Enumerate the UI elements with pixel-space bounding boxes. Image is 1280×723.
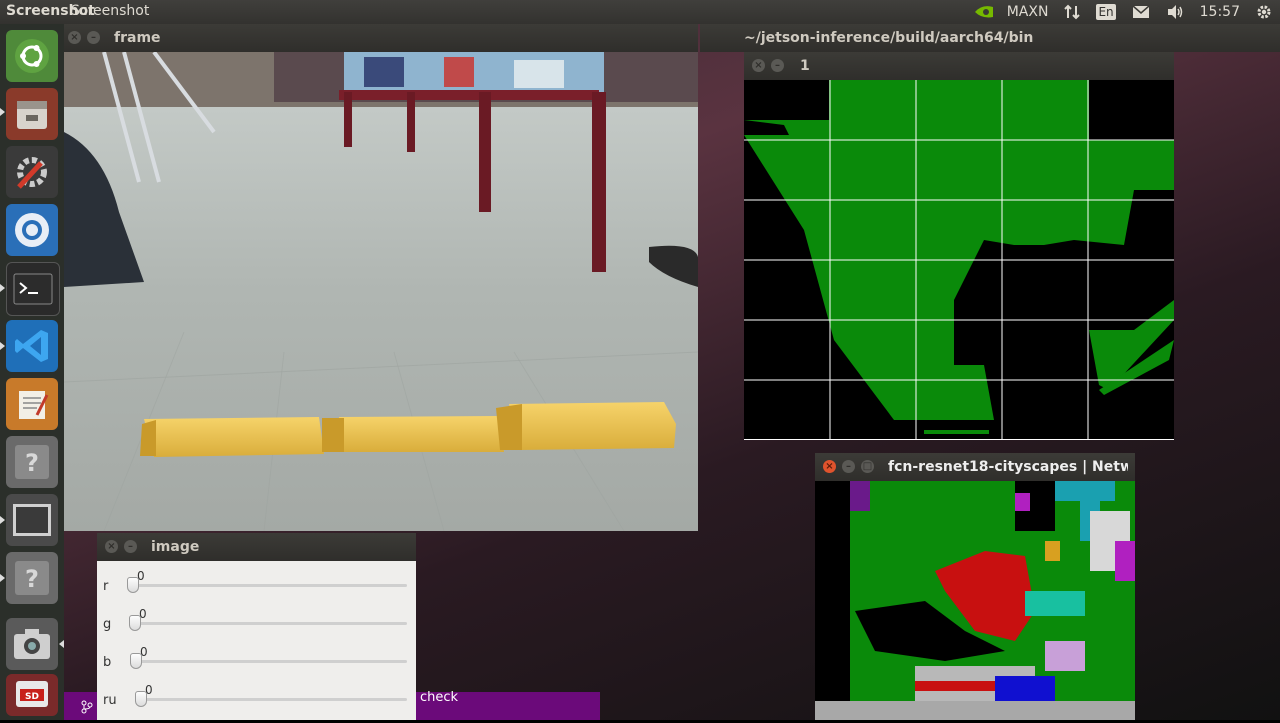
minimize-button[interactable]: – bbox=[87, 31, 100, 44]
keyboard-layout-label: En bbox=[1096, 4, 1116, 20]
gear-icon bbox=[1257, 5, 1271, 19]
speaker-icon bbox=[1167, 5, 1182, 19]
power-mode-label: MAXN bbox=[1006, 4, 1049, 20]
slider-b[interactable]: b 0 bbox=[97, 645, 415, 685]
close-button[interactable]: × bbox=[68, 31, 81, 44]
slider-handle[interactable] bbox=[129, 615, 141, 631]
slider-r[interactable]: r 0 bbox=[97, 569, 415, 609]
frame-window[interactable]: × – frame bbox=[64, 24, 698, 531]
launcher-item-chromium[interactable] bbox=[6, 204, 58, 256]
system-settings-icon bbox=[17, 157, 47, 189]
running-indicator-5 bbox=[0, 574, 5, 582]
slider-g[interactable]: g 0 bbox=[97, 607, 415, 647]
running-indicator-2 bbox=[0, 284, 5, 292]
frame-titlebar[interactable]: × – frame bbox=[64, 24, 698, 52]
segnet-titlebar[interactable]: × – □ fcn-resnet18-cityscapes | Network bbox=[815, 453, 1135, 481]
mail-indicator[interactable] bbox=[1132, 5, 1150, 19]
launcher-item-dash[interactable] bbox=[6, 30, 58, 82]
launcher-item-settings[interactable] bbox=[6, 146, 58, 198]
close-button-4[interactable]: × bbox=[105, 540, 118, 553]
frame-title: frame bbox=[114, 30, 161, 46]
minimize-button-3[interactable]: – bbox=[842, 460, 855, 473]
nvidia-logo-icon bbox=[974, 6, 993, 18]
segmentation-mask-image bbox=[815, 481, 1135, 720]
envelope-icon bbox=[1132, 5, 1150, 18]
clock[interactable]: 15:57 bbox=[1200, 4, 1240, 20]
git-branch-icon bbox=[81, 700, 93, 714]
launcher: ? ? SD bbox=[0, 24, 65, 720]
slider-label: r bbox=[103, 579, 109, 594]
network-indicator[interactable] bbox=[1064, 4, 1081, 20]
text-editor-icon bbox=[19, 391, 49, 419]
camera-frame-image bbox=[64, 52, 698, 531]
status-strip-text: check bbox=[420, 690, 459, 705]
slider-track[interactable] bbox=[139, 698, 407, 701]
terminal-icon bbox=[13, 273, 53, 305]
slider-handle[interactable] bbox=[130, 653, 142, 669]
files-icon bbox=[17, 101, 47, 129]
keyboard-indicator[interactable]: En bbox=[1096, 4, 1116, 20]
sd-label: SD bbox=[25, 692, 39, 702]
camera-scene bbox=[64, 52, 698, 531]
close-button-2[interactable]: × bbox=[752, 59, 765, 72]
grid-titlebar[interactable]: × – 1 bbox=[744, 52, 1174, 80]
slider-label: g bbox=[103, 617, 112, 632]
network-arrows-icon bbox=[1064, 4, 1081, 20]
unknown-app-icon: ? bbox=[15, 445, 49, 479]
segmentation-mask bbox=[815, 481, 1135, 720]
chromium-icon bbox=[15, 213, 49, 247]
top-panel: Screenshot Screenshot MAXN En 15:57 bbox=[0, 0, 1280, 24]
launcher-item-unknown[interactable]: ? bbox=[6, 436, 58, 488]
launcher-item-screenshot[interactable] bbox=[6, 618, 58, 670]
launcher-item-vscode[interactable] bbox=[6, 320, 58, 372]
minimize-button-4[interactable]: – bbox=[124, 540, 137, 553]
segnet-window[interactable]: × – □ fcn-resnet18-cityscapes | Network bbox=[815, 453, 1135, 720]
screenshot-camera-icon bbox=[14, 629, 50, 659]
launcher-item-text-editor[interactable] bbox=[6, 378, 58, 430]
occupancy-grid-image bbox=[744, 80, 1174, 440]
launcher-item-files[interactable] bbox=[6, 88, 58, 140]
indicator-area: MAXN En 15:57 bbox=[965, 0, 1280, 24]
unknown-app-icon-2: ? bbox=[15, 561, 49, 595]
maximize-button-3[interactable]: □ bbox=[861, 460, 874, 473]
slider-handle[interactable] bbox=[127, 577, 139, 593]
ubuntu-dash-icon bbox=[15, 39, 49, 73]
svg-text:?: ? bbox=[25, 565, 39, 593]
grid-title: 1 bbox=[800, 58, 810, 74]
terminal-titlebar[interactable]: ~/jetson-inference/build/aarch64/bin bbox=[700, 24, 1280, 52]
grid-overlay bbox=[744, 80, 1174, 440]
close-button-3[interactable]: × bbox=[823, 460, 836, 473]
launcher-item-display[interactable] bbox=[6, 494, 58, 546]
launcher-item-terminal[interactable] bbox=[6, 262, 60, 316]
terminal-window[interactable]: ~/jetson-inference/build/aarch64/bin bbox=[700, 24, 1280, 52]
sound-indicator[interactable] bbox=[1166, 4, 1184, 20]
display-window-icon bbox=[13, 504, 51, 536]
vscode-icon bbox=[15, 330, 48, 362]
slider-ru[interactable]: ru 0 bbox=[97, 683, 415, 723]
segnet-title: fcn-resnet18-cityscapes | Network bbox=[888, 459, 1128, 475]
slider-label: ru bbox=[103, 693, 117, 708]
image-title: image bbox=[151, 539, 200, 555]
image-titlebar[interactable]: × – image bbox=[97, 533, 416, 561]
minimize-button-2[interactable]: – bbox=[771, 59, 784, 72]
running-indicator-4 bbox=[0, 516, 5, 524]
window-title: Screenshot bbox=[71, 3, 150, 19]
slider-label: b bbox=[103, 655, 112, 670]
svg-text:?: ? bbox=[25, 449, 39, 477]
sd-card-icon: SD bbox=[16, 681, 48, 707]
nvidia-indicator[interactable]: MAXN bbox=[973, 4, 1049, 20]
launcher-item-unknown-2[interactable]: ? bbox=[6, 552, 58, 604]
image-trackbar-window[interactable]: × – image r 0 g 0 b 0 ru 0 bbox=[97, 533, 416, 720]
running-indicator bbox=[0, 108, 5, 116]
slider-track[interactable] bbox=[133, 622, 407, 625]
launcher-item-sd-card[interactable]: SD bbox=[6, 674, 58, 716]
terminal-title: ~/jetson-inference/build/aarch64/bin bbox=[744, 30, 1034, 46]
slider-track[interactable] bbox=[131, 584, 407, 587]
slider-track[interactable] bbox=[134, 660, 407, 663]
session-indicator[interactable] bbox=[1256, 4, 1272, 20]
slider-handle[interactable] bbox=[135, 691, 147, 707]
running-indicator-3 bbox=[0, 342, 5, 350]
occupancy-grid-window[interactable]: × – 1 bbox=[744, 52, 1174, 440]
